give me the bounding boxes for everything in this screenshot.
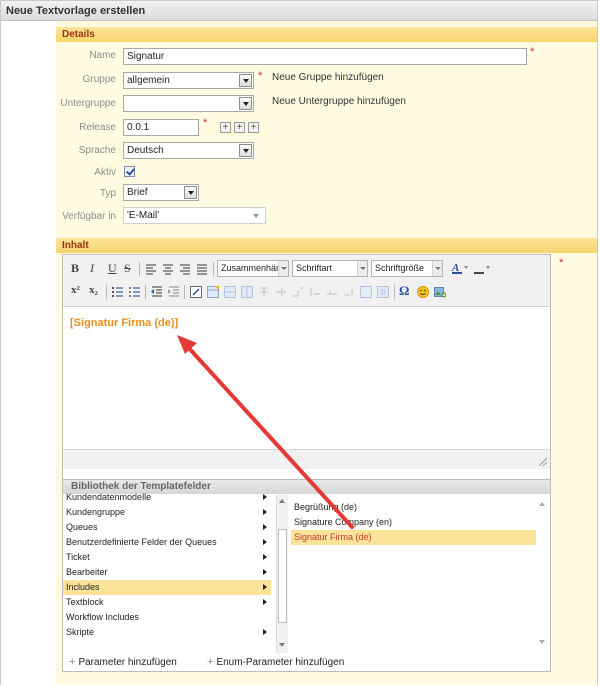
annotation-arrow xyxy=(177,335,354,529)
arrow-shaft xyxy=(185,344,354,529)
dialog-window: Neue Textvorlage erstellen Details Name … xyxy=(0,0,598,685)
